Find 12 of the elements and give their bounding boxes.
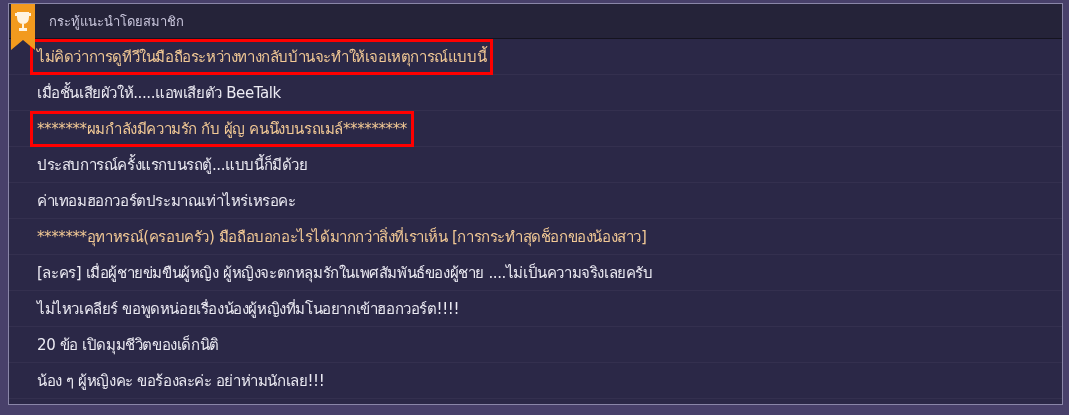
topic-link[interactable]: เมื่อชั้นเสียผัวให้.....แอพเสียตัว BeeTalk bbox=[30, 74, 288, 111]
trophy-ribbon-icon bbox=[11, 4, 35, 50]
topic-link[interactable]: ไม่คิดว่าการดูทีวีในมือถือระหว่างทางกลับบ้านจะทำให้เจอเหตุการณ์แบบนี้ bbox=[30, 38, 494, 75]
topic-link[interactable]: ไม่ไหวเคลียร์ ขอพูดหน่อยเรื่องน้องผู้หญิงที่มโนอยากเข้าฮอกวอร์ต!!!! bbox=[30, 290, 467, 327]
topic-link[interactable]: *******ผมกำลังมีความรัก กับ ผู้ญ คนนึงบนรถเมล์********* bbox=[30, 110, 414, 147]
topic-link[interactable]: ประสบการณ์ครั้งแรกบนรถตู้...แบบนี้ก็มีด้วย bbox=[30, 146, 315, 183]
panel-title: กระทู้แนะนำโดยสมาชิก bbox=[49, 12, 184, 32]
topic-link[interactable]: [ละคร] เมื่อผู้ชายข่มขืนผู้หญิง ผู้หญิงจะตกหลุมรักในเพศสัมพันธ์ของผู้ชาย ....ไม่เป็นความจริงเลยครับ bbox=[30, 254, 660, 291]
topic-link[interactable]: *******อุทาหรณ์(ครอบครัว) มือถือบอกอะไรได้มากกว่าสิ่งที่เราเห็น [การกระทำสุดช็อกของน้องสาว] bbox=[30, 218, 654, 255]
topic-link[interactable]: ค่าเทอมฮอกวอร์ตประมาณเท่าไหร่เหรอคะ bbox=[30, 182, 303, 219]
topic-link[interactable]: น้อง ๆ ผู้หญิงคะ ขอร้องละค่ะ อย่าห่ามนักเลย!!! bbox=[30, 362, 332, 399]
topic-link[interactable]: 20 ข้อ เปิดมุมชีวิตของเด็กนิติ bbox=[30, 326, 226, 363]
